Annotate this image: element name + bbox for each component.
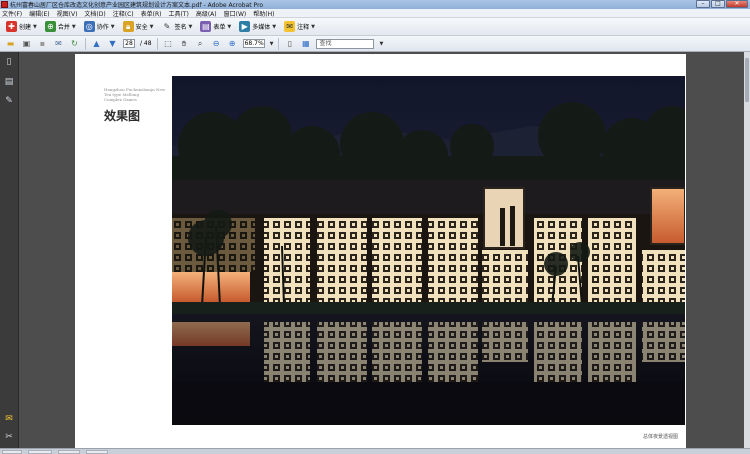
task-toolbar: ✚ 创建 ▼ ⊕ 合并 ▼ ◎ 协作 ▼ 🔒︎ 安全 ▼ ✎ 签名 ▼ ▤ 表单… [0, 18, 750, 36]
save-icon[interactable]: ▪ [37, 39, 48, 49]
toolbar-separator [278, 37, 280, 50]
combine-icon: ⊕ [44, 21, 56, 32]
chevron-down-icon: ▼ [311, 23, 315, 30]
fit-width-icon[interactable]: ▦ [300, 39, 311, 49]
total-pages: / 48 [140, 40, 152, 47]
search-input[interactable]: 查找 [316, 38, 375, 49]
menu-bar: 文件(F) 编辑(E) 视图(V) 文档(D) 注释(C) 表单(R) 工具(T… [0, 9, 750, 18]
create-label: 创建 [19, 24, 32, 31]
sign-button[interactable]: ✎ 签名 ▼ [160, 20, 195, 34]
select-tool-icon[interactable]: ⬚ [163, 39, 174, 49]
create-pdf-icon: ✚ [6, 21, 17, 32]
taskbar-item[interactable] [2, 450, 22, 454]
multimedia-icon: ▶ [239, 21, 251, 32]
chevron-down-icon: ▼ [227, 23, 232, 30]
next-page-icon[interactable]: ▼ [107, 39, 118, 49]
menu-window[interactable]: 窗口(W) [224, 9, 247, 18]
form-icon: ▤ [200, 21, 212, 32]
comment-button[interactable]: ✉ 注释 ▼ [282, 20, 317, 34]
close-button[interactable]: ✕ [726, 0, 748, 8]
minimize-button[interactable]: – [696, 0, 710, 8]
zoom-in-icon[interactable]: ⊕ [227, 39, 238, 49]
page-side-text: Hangzhou Fuchunshanju New Tea type Mello… [104, 87, 166, 124]
page-heading: 效果图 [104, 109, 141, 123]
secure-label: 安全 [135, 24, 148, 31]
create-button[interactable]: ✚ 创建 ▼ [4, 20, 39, 34]
toolbar-separator [156, 37, 158, 50]
menu-help[interactable]: 帮助(H) [253, 9, 274, 18]
toolbar-separator [85, 37, 86, 50]
night-rendering-image [172, 76, 685, 425]
taskbar-item[interactable] [58, 450, 80, 454]
rendering-caption: 总体夜景透视图 [642, 434, 678, 440]
chevron-down-icon: ▼ [33, 23, 37, 30]
open-folder-icon[interactable]: ▬ [5, 39, 16, 49]
menu-advanced[interactable]: 高级(A) [196, 9, 217, 18]
taskbar-item[interactable] [28, 450, 52, 454]
menu-document[interactable]: 文档(D) [84, 9, 105, 18]
acrobat-app-icon [1, 1, 8, 8]
zoom-dropdown-icon[interactable]: ▼ [270, 41, 274, 47]
status-bar [0, 448, 750, 454]
menu-edit[interactable]: 编辑(E) [29, 9, 49, 18]
combine-label: 合并 [57, 24, 70, 31]
navigation-panel: ▯ ▤ ✎ ✉ ✂ [0, 52, 19, 448]
fit-page-icon[interactable]: ▯ [284, 39, 295, 49]
chevron-down-icon: ▼ [272, 23, 277, 30]
bookmarks-panel-icon[interactable]: ▤ [4, 77, 14, 88]
comment-icon: ✉ [284, 21, 296, 32]
print-icon[interactable]: ▣ [21, 39, 32, 49]
roof [172, 180, 685, 214]
taskbar-item[interactable] [86, 450, 108, 454]
zoom-out-icon[interactable]: ⊖ [211, 39, 222, 49]
chevron-down-icon: ▼ [71, 23, 76, 30]
previous-page-icon[interactable]: ▲ [91, 39, 102, 49]
comments-panel-icon[interactable]: ✉ [4, 414, 14, 425]
menu-comments[interactable]: 注释(C) [113, 9, 134, 18]
signatures-panel-icon[interactable]: ✎ [4, 96, 14, 107]
pdf-page: Hangzhou Fuchunshanju New Tea type Mello… [75, 54, 686, 448]
scrollbar-thumb[interactable] [745, 58, 749, 102]
multimedia-button[interactable]: ▶ 多媒体 ▼ [237, 20, 278, 34]
attachments-panel-icon[interactable]: ✂ [4, 432, 14, 443]
comment-label: 注释 [297, 24, 310, 31]
vertical-scrollbar[interactable] [744, 52, 750, 448]
forms-label: 表单 [213, 24, 226, 31]
menu-forms[interactable]: 表单(R) [141, 9, 162, 18]
collaborate-icon: ◎ [83, 21, 95, 32]
lock-icon: 🔒︎ [122, 21, 134, 32]
pen-icon: ✎ [163, 22, 171, 31]
forms-button[interactable]: ▤ 表单 ▼ [198, 20, 233, 34]
combine-button[interactable]: ⊕ 合并 ▼ [43, 20, 78, 34]
page-number-input[interactable]: 28 [123, 39, 135, 48]
email-icon[interactable]: ✉ [53, 39, 64, 49]
menu-tools[interactable]: 工具(T) [168, 9, 188, 18]
menu-file[interactable]: 文件(F) [2, 9, 22, 18]
menu-view[interactable]: 视图(V) [57, 9, 78, 18]
multimedia-label: 多媒体 [252, 24, 271, 31]
marquee-zoom-icon[interactable]: ⌕ [195, 39, 206, 49]
search-dropdown-icon[interactable]: ▼ [379, 41, 383, 47]
chevron-down-icon: ▼ [149, 23, 154, 30]
collaborate-label: 协作 [96, 24, 109, 31]
chevron-down-icon: ▼ [188, 23, 193, 30]
pages-panel-icon[interactable]: ▯ [4, 57, 14, 68]
window-controls: – □ ✕ [696, 0, 748, 8]
navigation-toolbar: ▬ ▣ ▪ ✉ ↻ ▲ ▼ 28 / 48 ⬚ ✋︎ ⌕ ⊖ ⊕ 68.7% ▼… [0, 36, 750, 52]
collaborate-button[interactable]: ◎ 协作 ▼ [82, 20, 117, 34]
secure-button[interactable]: 🔒︎ 安全 ▼ [121, 20, 156, 34]
refresh-icon[interactable]: ↻ [69, 39, 80, 49]
zoom-level-input[interactable]: 68.7% [242, 39, 265, 48]
side-caption-line-3: Complex Games [104, 97, 137, 102]
sign-label: 签名 [174, 24, 187, 31]
chevron-down-icon: ▼ [110, 23, 115, 30]
maximize-button[interactable]: □ [711, 0, 725, 8]
hand-tool-icon[interactable]: ✋︎ [179, 39, 190, 49]
